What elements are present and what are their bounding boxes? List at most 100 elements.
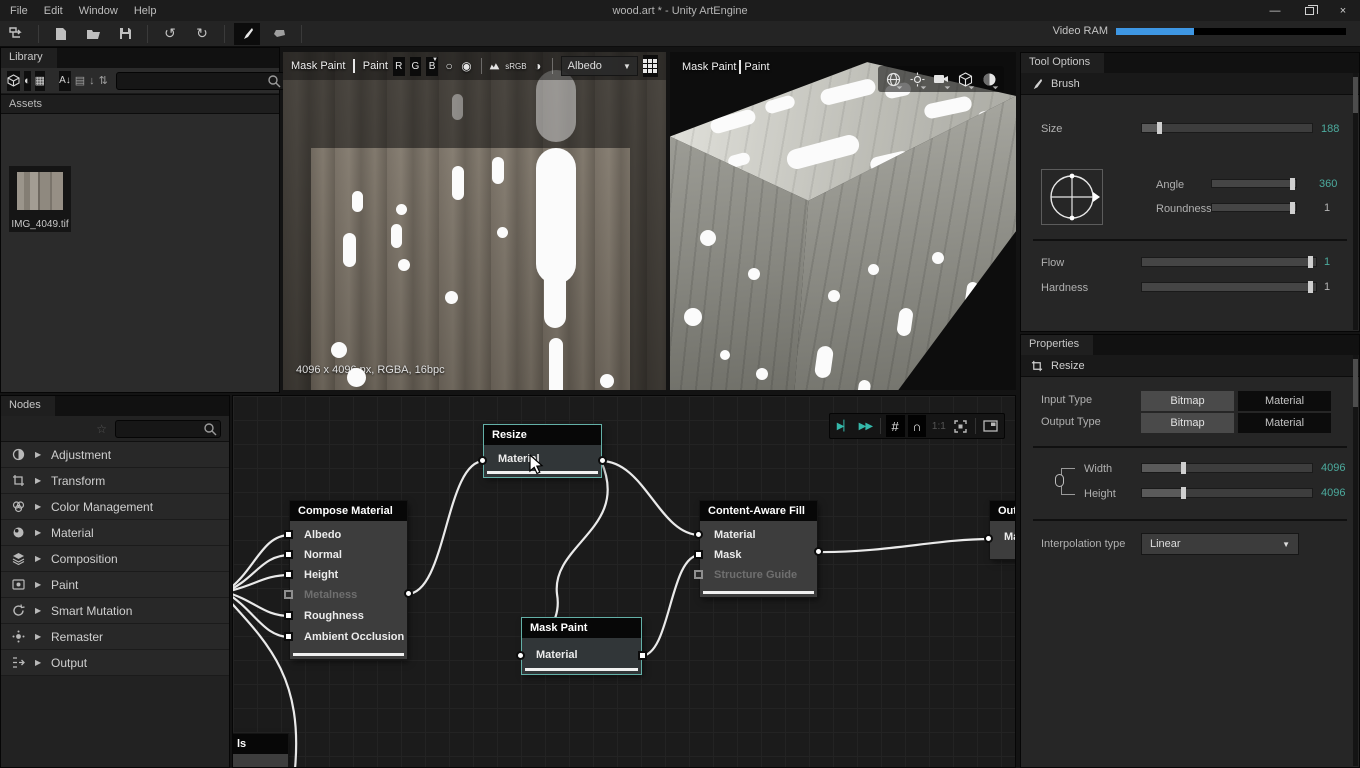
input-port-metalness[interactable] bbox=[284, 590, 293, 599]
srgb-toggle[interactable]: sRGB bbox=[505, 62, 526, 71]
angle-value[interactable]: 360 bbox=[1319, 178, 1337, 190]
redo-button[interactable]: ↻ bbox=[189, 23, 215, 45]
size-value[interactable]: 188 bbox=[1321, 123, 1339, 135]
width-slider[interactable] bbox=[1141, 463, 1313, 473]
close-button[interactable]: × bbox=[1326, 0, 1360, 21]
category-color-management[interactable]: ▶ Color Management bbox=[1, 494, 229, 520]
input-port-material[interactable] bbox=[516, 651, 525, 660]
input-port-structure-guide[interactable] bbox=[694, 570, 703, 579]
viewport-2d[interactable]: Mask Paint Paint R G B▼ ○ ◉ sRGB ◑ Albed… bbox=[283, 52, 666, 390]
input-port-albedo[interactable] bbox=[284, 530, 293, 539]
menu-file[interactable]: File bbox=[10, 5, 28, 17]
input-type-material-button[interactable]: Material bbox=[1238, 391, 1331, 411]
size-slider[interactable] bbox=[1141, 123, 1313, 133]
tab-mask-paint[interactable]: Mask Paint bbox=[682, 61, 736, 73]
category-material[interactable]: ▶ Material bbox=[1, 520, 229, 546]
channel-red-button[interactable]: R bbox=[393, 57, 405, 76]
filter-3d-assets-button[interactable] bbox=[7, 71, 20, 91]
sort-type-button[interactable]: ▤ bbox=[75, 71, 85, 91]
favorites-star-icon[interactable]: ☆ bbox=[96, 422, 107, 436]
tab-paint[interactable]: Paint bbox=[363, 60, 388, 72]
asset-thumbnail[interactable]: IMG_4049.tif bbox=[9, 166, 71, 232]
histogram-icon[interactable] bbox=[489, 60, 500, 72]
nodes-search[interactable] bbox=[115, 420, 221, 438]
camera-button[interactable] bbox=[932, 70, 950, 88]
nodes-tab[interactable]: Nodes bbox=[1, 396, 55, 416]
fit-view-button[interactable] bbox=[951, 415, 970, 437]
filter-materials-button[interactable]: ◐ bbox=[24, 71, 31, 91]
sort-direction-button[interactable]: ⇅ bbox=[99, 71, 108, 91]
channel-green-button[interactable]: G bbox=[410, 57, 422, 76]
flow-slider[interactable] bbox=[1141, 257, 1317, 267]
menu-window[interactable]: Window bbox=[79, 5, 118, 17]
category-composition[interactable]: ▶ Composition bbox=[1, 546, 229, 572]
expand-arrow[interactable]: ▶ bbox=[35, 606, 51, 615]
height-slider[interactable] bbox=[1141, 488, 1313, 498]
category-transform[interactable]: ▶ Transform bbox=[1, 468, 229, 494]
hardness-slider[interactable] bbox=[1141, 282, 1317, 292]
link-lock-icon[interactable] bbox=[1055, 474, 1064, 487]
roundness-slider[interactable] bbox=[1211, 203, 1297, 212]
material-ball-button[interactable] bbox=[980, 70, 998, 88]
minimap-button[interactable] bbox=[981, 415, 1000, 437]
output-type-bitmap-button[interactable]: Bitmap bbox=[1141, 413, 1234, 433]
scrollbar[interactable] bbox=[1353, 355, 1358, 766]
sort-date-button[interactable]: ↓ bbox=[89, 71, 95, 91]
tiling-preview-button[interactable] bbox=[643, 55, 658, 77]
step-forward-button[interactable]: ▶▏ bbox=[834, 415, 853, 437]
snap-toggle-button[interactable]: ∩ bbox=[908, 415, 927, 437]
expand-arrow[interactable]: ▶ bbox=[35, 528, 51, 537]
run-all-button[interactable]: ▶▶ bbox=[856, 415, 875, 437]
exposure-button[interactable]: ◑ bbox=[532, 59, 544, 73]
input-port-ambient-occlusion[interactable] bbox=[284, 632, 293, 641]
flow-value[interactable]: 1 bbox=[1324, 256, 1330, 268]
node-content-aware-fill[interactable]: Content-Aware Fill Material Mask Structu… bbox=[700, 501, 817, 597]
output-type-material-button[interactable]: Material bbox=[1238, 413, 1331, 433]
library-tab[interactable]: Library bbox=[1, 48, 57, 68]
input-port-mask[interactable] bbox=[694, 550, 703, 559]
expand-arrow[interactable]: ▶ bbox=[35, 580, 51, 589]
expand-arrow[interactable]: ▶ bbox=[35, 554, 51, 563]
mask-overlay-button[interactable]: ◉ bbox=[460, 59, 472, 73]
library-search[interactable] bbox=[116, 72, 285, 90]
menu-edit[interactable]: Edit bbox=[44, 5, 63, 17]
hardness-value[interactable]: 1 bbox=[1324, 281, 1330, 293]
input-port-material[interactable] bbox=[478, 456, 487, 465]
input-port-material[interactable] bbox=[694, 530, 703, 539]
viewport-3d[interactable]: Mask Paint Paint bbox=[670, 52, 1016, 390]
input-port-material[interactable] bbox=[984, 534, 993, 543]
node-partial[interactable]: ls bbox=[232, 734, 288, 768]
input-port-normal[interactable] bbox=[284, 550, 293, 559]
map-select-dropdown[interactable]: Albedo ▼ bbox=[561, 56, 638, 76]
input-port-roughness[interactable] bbox=[284, 611, 293, 620]
category-adjustment[interactable]: ▶ Adjustment bbox=[1, 442, 229, 468]
new-file-button[interactable] bbox=[48, 23, 74, 45]
save-button[interactable] bbox=[112, 23, 138, 45]
undo-button[interactable]: ↺ bbox=[157, 23, 183, 45]
grid-toggle-button[interactable]: # bbox=[886, 415, 905, 437]
category-output[interactable]: ▶ Output bbox=[1, 650, 229, 676]
environment-button[interactable] bbox=[884, 70, 902, 88]
eraser-tool-button[interactable] bbox=[266, 23, 292, 45]
output-port[interactable] bbox=[598, 456, 607, 465]
mesh-button[interactable] bbox=[956, 70, 974, 88]
channel-blue-button[interactable]: B▼ bbox=[426, 57, 438, 76]
expand-arrow[interactable]: ▶ bbox=[35, 476, 51, 485]
node-graph[interactable]: ▶▏ ▶▶ # ∩ 1:1 ls Compose Material Albedo… bbox=[232, 395, 1016, 768]
width-value[interactable]: 4096 bbox=[1321, 462, 1345, 474]
output-port[interactable] bbox=[814, 547, 823, 556]
expand-arrow[interactable]: ▶ bbox=[35, 658, 51, 667]
filter-textures-button[interactable]: ▦ bbox=[35, 71, 45, 91]
menu-help[interactable]: Help bbox=[134, 5, 157, 17]
expand-arrow[interactable]: ▶ bbox=[35, 502, 51, 511]
brush-tool-button[interactable] bbox=[234, 23, 260, 45]
node-output[interactable]: Output Material bbox=[990, 501, 1016, 559]
scrollbar[interactable] bbox=[1353, 73, 1358, 330]
restore-button[interactable] bbox=[1292, 0, 1326, 21]
output-port[interactable] bbox=[638, 651, 647, 660]
interpolation-dropdown[interactable]: Linear ▼ bbox=[1141, 533, 1299, 555]
brush-section-header[interactable]: Brush bbox=[1021, 73, 1359, 95]
output-port[interactable] bbox=[404, 589, 413, 598]
input-port-height[interactable] bbox=[284, 570, 293, 579]
expand-arrow[interactable]: ▶ bbox=[35, 450, 51, 459]
